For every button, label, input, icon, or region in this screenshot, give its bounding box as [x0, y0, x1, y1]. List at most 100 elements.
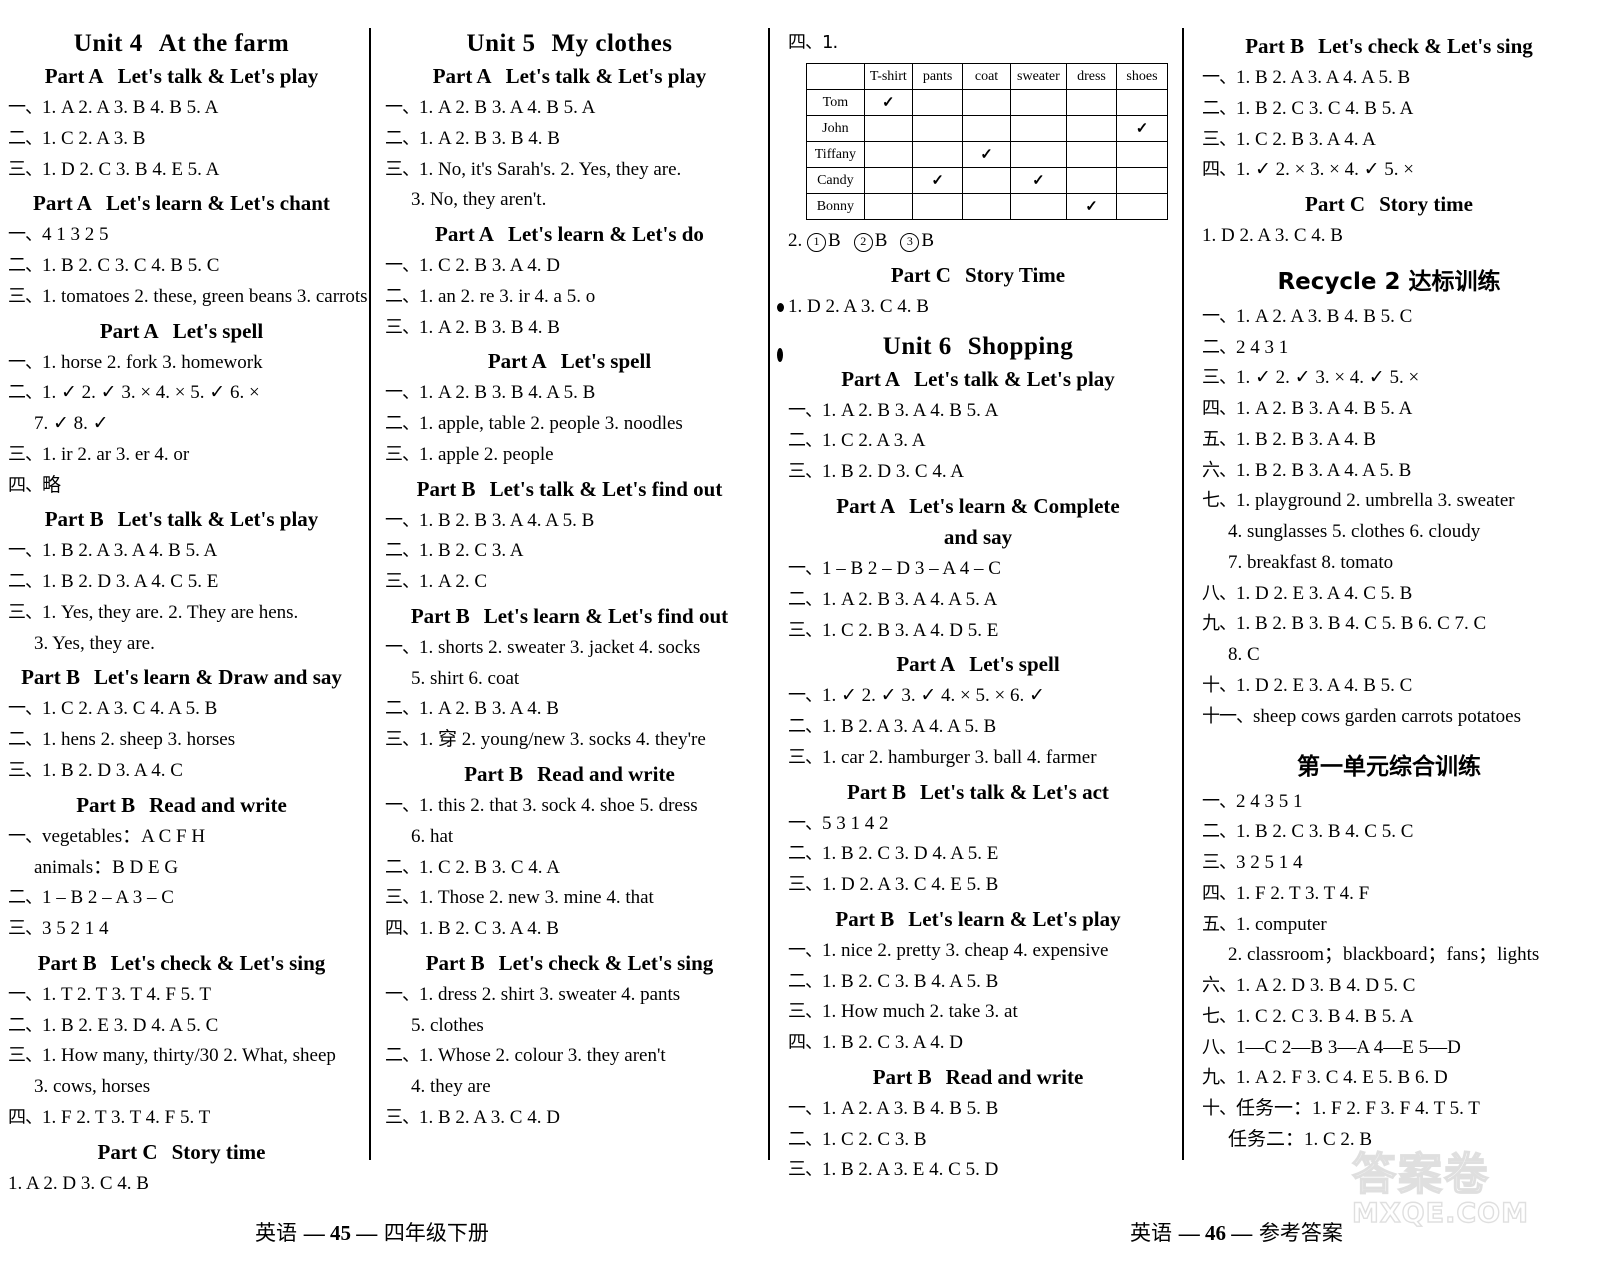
column-2: Unit 5 My clothes Part A Let's talk & Let'… — [369, 28, 764, 1160]
part-heading: Part B Let's talk & Let's play — [8, 507, 355, 532]
answer-line: 三、1. Yes, they are. 2. They are hens. — [8, 598, 355, 629]
answer-line-marker: 一、 — [788, 399, 823, 421]
answer-line: 二、2 4 3 1 — [1202, 333, 1576, 364]
part-title: Let's check & Let's sing — [1318, 34, 1533, 58]
table-cell-empty — [1009, 115, 1068, 143]
answer-line-text: 1. C 2. A 3. A — [822, 430, 926, 452]
answer-line: 九、1. B 2. B 3. B 4. C 5. B 6. C 7. C — [1202, 609, 1576, 640]
answer-line-text: 1. B 2. A 3. A 4. A 5. B — [1236, 67, 1411, 88]
answer-line: 5. clothes — [385, 1011, 754, 1042]
answer-line: 三、1. How much 2. take 3. at — [788, 997, 1168, 1028]
table-cell-empty — [1066, 141, 1117, 169]
answer-line-marker: 二、 — [385, 1045, 420, 1067]
answer-line-text: 4. sunglasses 5. clothes 6. cloudy — [1228, 521, 1481, 543]
answer-line: 六、1. B 2. B 3. A 4. A 5. B — [1202, 456, 1576, 487]
answer-line-marker: 一、 — [385, 382, 420, 404]
answer-line: 一、vegetables：A C F H — [8, 822, 355, 853]
answer-line-marker: 八、 — [1202, 1036, 1237, 1058]
part-label: Part B — [847, 779, 906, 804]
answer-line: 二、1. B 2. C 3. A — [385, 536, 754, 567]
answer-line-marker: 二、 — [788, 843, 823, 865]
answer-line: 一、5 3 1 4 2 — [788, 809, 1168, 840]
answer-line-text: 1. T 2. T 3. T 4. F 5. T — [42, 983, 211, 1005]
part-heading-continued: and say — [943, 524, 1013, 549]
answer-line-text: 1. A 2. B 3. A 4. B 5. A — [419, 97, 596, 118]
answer-line: 五、1. B 2. B 3. A 4. B — [1202, 425, 1576, 456]
clothes-table-body: Tom ✓ John ✓ Tiffany ✓ Candy ✓ ✓ Bonny ✓ — [806, 89, 1169, 221]
answer-line-marker: 一、 — [8, 224, 43, 246]
answer-line: 二、1. hens 2. sheep 3. horses — [8, 725, 355, 756]
answer-line-marker: 二、 — [385, 413, 420, 435]
answer-line: 三、1. C 2. B 3. A 4. D 5. E — [788, 616, 1168, 647]
answer-line: 三、1. A 2. C — [385, 567, 754, 598]
answer-line-text: 1. Whose 2. colour 3. they aren't — [419, 1045, 666, 1067]
answer-line: 8. C — [1202, 640, 1576, 671]
unit-name: My clothes — [551, 30, 673, 57]
table-cell-empty — [962, 167, 1011, 195]
answer-line-marker: 六、 — [1202, 459, 1237, 481]
footer-subject: 英语 — [255, 1221, 297, 1245]
answer-line-text: 5 3 1 4 2 — [822, 812, 889, 834]
answer-line-marker: 一、 — [1202, 67, 1237, 88]
answer-line-marker: 一、 — [385, 509, 420, 531]
answer-line: 一、1 – B 2 – D 3 – A 4 – C — [788, 554, 1168, 585]
answer-line-text: 1. B 2. C 3. A 4. D — [822, 1032, 963, 1054]
unit-title-unit6: Unit 6 Shopping — [788, 333, 1168, 361]
table-column-header: T-shirt — [863, 63, 913, 91]
answer-line-marker: 三、 — [788, 746, 823, 768]
answer-line: 三、3 2 5 1 4 — [1202, 848, 1576, 879]
part-label: Part A — [33, 191, 92, 216]
table-row-name: Candy — [806, 167, 865, 195]
table-row: Tiffany ✓ — [806, 141, 1169, 169]
check-icon: ✓ — [1085, 199, 1098, 216]
part-title: Let's check & Let's sing — [498, 950, 714, 975]
answer-line-marker: 三、 — [1202, 128, 1237, 150]
answer-line: 任务二：1. C 2. B — [1202, 1125, 1576, 1156]
clothes-table-wrap: T-shirt pants coat sweater dress shoes Tom ✓ Jo… — [806, 63, 1169, 221]
check-icon: ✓ — [882, 95, 895, 112]
table-cell-empty — [863, 167, 913, 195]
answer-line-marker: 一、 — [788, 1097, 823, 1119]
answer-line-text: 1. A 2. B 3. A 4. A 5. A — [822, 588, 998, 610]
answer-line: 一、1. A 2. B 3. A 4. B 5. A — [385, 93, 754, 124]
answer-line: 三、3 5 2 1 4 — [8, 914, 355, 945]
sub-answer: B — [874, 230, 888, 252]
answer-line: 一、1. ✓ 2. ✓ 3. ✓ 4. × 5. × 6. ✓ — [788, 681, 1168, 712]
answer-line: 四、1. F 2. T 3. T 4. F 5. T — [8, 1103, 355, 1134]
part-heading: Part B Let's learn & Let's find out — [385, 604, 754, 629]
table-row: Bonny ✓ — [806, 193, 1169, 221]
answer-line-marker: 三、 — [1202, 367, 1237, 389]
part-title: Read and write — [945, 1064, 1084, 1089]
answer-line: 十、任务一：1. F 2. F 3. F 4. T 5. T — [1202, 1094, 1576, 1125]
answer-line-text: 4. they are — [411, 1076, 491, 1098]
table-cell-empty — [1066, 115, 1117, 143]
answer-line-text: 1. How much 2. take 3. at — [822, 1001, 1018, 1023]
part-label: Part A — [44, 64, 104, 88]
table-column-header: dress — [1066, 63, 1117, 91]
answer-line-marker: 二、 — [8, 887, 43, 909]
answer-line-text: 1. B 2. C 3. A 4. B — [419, 918, 559, 940]
answer-line-text: 1. F 2. T 3. T 4. F — [1236, 882, 1370, 904]
answer-line-text: 1. car 2. hamburger 3. ball 4. farmer — [822, 746, 1097, 768]
answer-line-marker: 十、 — [1202, 1098, 1237, 1120]
answer-line-marker: 四、 — [1202, 159, 1237, 181]
answer-line-marker: 一、 — [788, 557, 823, 579]
answer-line-text: 1. D 2. E 3. A 4. B 5. C — [1236, 675, 1413, 697]
answer-line-text: 1. B 2. C 3. B 4. A 5. B — [822, 970, 999, 992]
answer-line-marker: 三、 — [385, 729, 420, 751]
answer-line: 一、1. B 2. A 3. A 4. B 5. A — [8, 536, 355, 567]
table-column-header: pants — [911, 63, 964, 91]
part-label: Part C — [97, 1139, 158, 1164]
table-row: Candy ✓ ✓ — [806, 167, 1169, 195]
table-cell-empty — [911, 115, 964, 143]
answer-line: 二、1. ✓ 2. ✓ 3. × 4. × 5. ✓ 6. × — [8, 378, 355, 409]
answer-line-text: 1. B 2. C 3. C 4. B 5. A — [1236, 97, 1414, 119]
part-label: Part A — [432, 64, 492, 88]
part-heading: Part A Let's spell — [385, 349, 754, 374]
part-heading: Part B Let's check & Let's sing — [1202, 34, 1576, 59]
answer-line: 二、1. apple, table 2. people 3. noodles — [385, 409, 754, 440]
answer-line-marker: 二、 — [788, 1128, 823, 1150]
answer-line-marker: 二、 — [8, 1014, 43, 1036]
table-column-header: shoes — [1115, 63, 1169, 91]
part-heading-story-time: Part C Story Time — [788, 263, 1168, 288]
